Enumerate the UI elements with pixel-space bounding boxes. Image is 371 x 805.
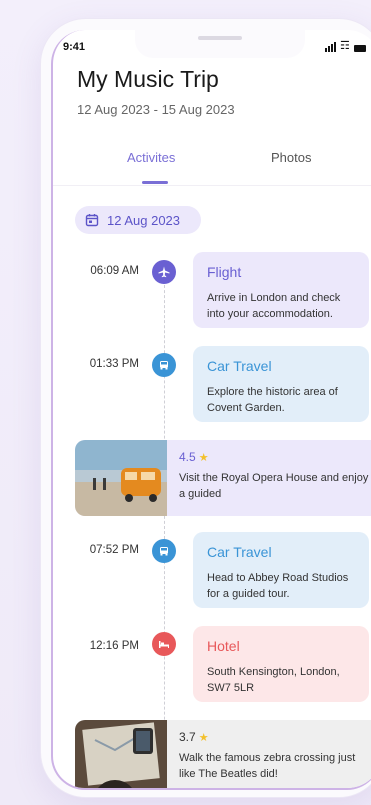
event-description: Explore the historic area of Covent Gard…	[207, 386, 338, 414]
wifi-icon: ☶	[340, 40, 350, 52]
event-title: Car Travel	[207, 544, 272, 560]
event-time: 01:33 PM	[89, 358, 139, 370]
event-time: 12:16 PM	[89, 640, 139, 652]
trip-dates: 12 Aug 2023 - 15 Aug 2023	[77, 102, 235, 117]
star-icon: ★	[198, 452, 209, 464]
event-title: Car Travel	[207, 358, 272, 374]
event-title: Flight	[207, 264, 242, 280]
rating-value: 3.7	[179, 730, 196, 744]
status-time: 9:41	[63, 41, 86, 53]
event-time: 07:52 PM	[89, 544, 139, 556]
speaker-bar	[198, 36, 242, 40]
activity-description: Walk the famous zebra crossing just like…	[179, 752, 356, 780]
phone-notch	[135, 30, 305, 58]
event-title: Hotel	[207, 638, 240, 654]
status-icons: ☶	[325, 40, 366, 52]
event-time: 06:09 AM	[90, 265, 139, 277]
car-icon	[152, 539, 176, 563]
battery-icon	[353, 45, 366, 52]
opera-house-photo	[75, 440, 167, 516]
rating: 4.5 ★	[179, 450, 369, 464]
tab-activities[interactable]: Activites	[127, 150, 175, 165]
star-icon: ★	[198, 732, 209, 744]
event-card-hotel[interactable]: Hotel South Kensington, London, SW7 5LR	[193, 626, 369, 702]
signal-icon	[325, 42, 336, 52]
event-card-flight[interactable]: Flight Arrive in London and check into y…	[193, 252, 369, 328]
tab-divider	[53, 185, 371, 186]
event-card-car-travel[interactable]: Car Travel Explore the historic area of …	[193, 346, 369, 422]
event-description: South Kensington, London, SW7 5LR	[207, 666, 340, 694]
date-chip-label: 12 Aug 2023	[107, 212, 181, 228]
timeline-line	[164, 270, 165, 788]
car-icon	[152, 353, 176, 377]
calendar-icon	[85, 214, 99, 227]
photo-activity-card[interactable]: 4.5 ★ Visit the Royal Opera House and enj…	[75, 440, 371, 516]
tab-photos[interactable]: Photos	[271, 150, 311, 165]
app-screen: 9:41 ☶ My Music Trip 12 Aug 2023 - 15 Au…	[51, 30, 371, 790]
zebra-crossing-photo	[75, 720, 167, 788]
activity-description: Visit the Royal Opera House and enjoy a …	[179, 472, 369, 500]
date-chip[interactable]: 12 Aug 2023	[75, 206, 201, 234]
page-title: My Music Trip	[77, 66, 219, 92]
photo-activity-card[interactable]: 3.7 ★ Walk the famous zebra crossing just…	[75, 720, 371, 788]
event-description: Head to Abbey Road Studios for a guided …	[207, 572, 349, 600]
active-tab-indicator	[142, 181, 168, 184]
rating: 3.7 ★	[179, 730, 369, 744]
rating-value: 4.5	[179, 450, 196, 464]
bed-icon	[152, 632, 176, 656]
airplane-icon	[152, 260, 176, 284]
event-description: Arrive in London and check into your acc…	[207, 292, 341, 320]
event-card-car-travel[interactable]: Car Travel Head to Abbey Road Studios fo…	[193, 532, 369, 608]
